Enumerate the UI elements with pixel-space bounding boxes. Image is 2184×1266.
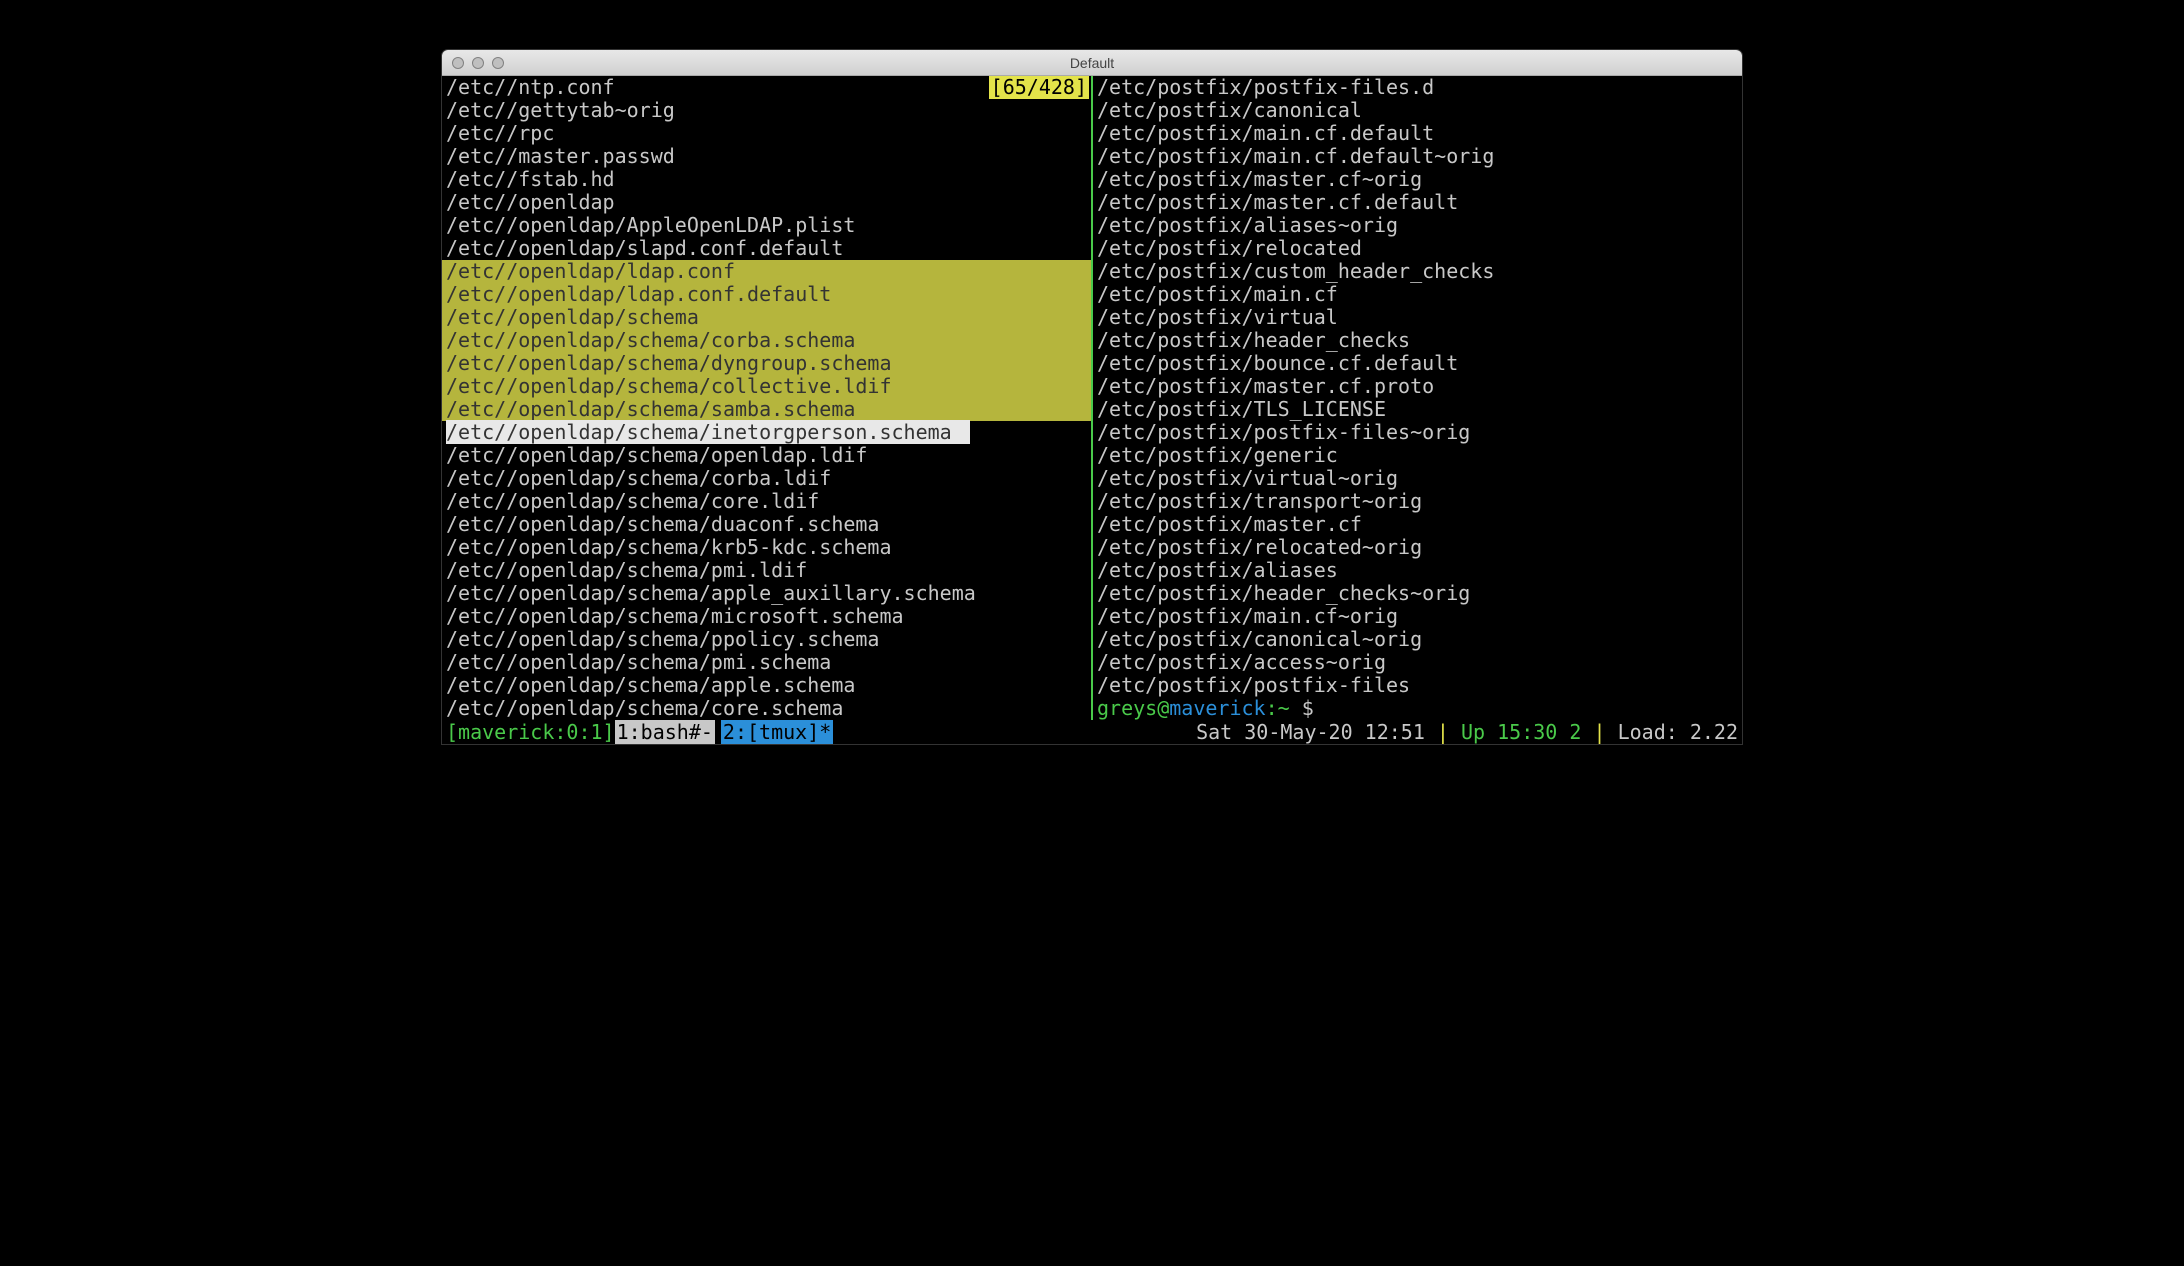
window-titlebar[interactable]: Default — [442, 50, 1742, 76]
status-datetime: Sat 30-May-20 12:51 — [1196, 720, 1425, 744]
close-icon[interactable] — [452, 57, 464, 69]
file-path: /etc//ntp.conf — [446, 76, 615, 99]
list-item: /etc/postfix/virtual — [1093, 306, 1742, 329]
tmux-window-2[interactable]: 2:[tmux]* — [721, 720, 833, 744]
list-item: /etc//openldap/schema/core.schema — [442, 697, 1091, 720]
tmux-panes: /etc//ntp.conf [65/428] /etc//gettytab~o… — [442, 76, 1742, 720]
list-item: /etc/postfix/canonical — [1093, 99, 1742, 122]
file-path: /etc//openldap/schema/inetorgperson.sche… — [446, 420, 970, 444]
list-item: /etc//gettytab~orig — [442, 99, 1091, 122]
list-item: /etc//openldap/schema/openldap.ldif — [442, 444, 1091, 467]
selection-block: /etc//openldap/ldap.conf/etc//openldap/l… — [442, 260, 1091, 421]
list-item: /etc//openldap/schema/corba.schema — [442, 329, 1091, 352]
list-item: /etc//openldap/schema/core.ldif — [442, 490, 1091, 513]
list-item: /etc/postfix/custom_header_checks — [1093, 260, 1742, 283]
list-item: /etc/postfix/generic — [1093, 444, 1742, 467]
list-item: /etc//openldap/schema/apple.schema — [442, 674, 1091, 697]
right-pane[interactable]: /etc/postfix/postfix-files.d/etc/postfix… — [1093, 76, 1742, 720]
status-right: Sat 30-May-20 12:51 | Up 15:30 2 | Load:… — [1196, 720, 1738, 744]
separator-icon: | — [1593, 720, 1617, 744]
list-item: /etc//openldap/schema/krb5-kdc.schema — [442, 536, 1091, 559]
list-item: /etc//openldap/schema/duaconf.schema — [442, 513, 1091, 536]
list-item: /etc//openldap/AppleOpenLDAP.plist — [442, 214, 1091, 237]
load-value: 2.22 — [1690, 720, 1738, 744]
list-item: /etc//openldap/schema/ppolicy.schema — [442, 628, 1091, 651]
prompt-at: @ — [1157, 696, 1169, 720]
list-item: /etc//rpc — [442, 122, 1091, 145]
list-item: /etc//openldap/schema — [442, 306, 1091, 329]
session-name: maverick:0:1 — [458, 720, 603, 744]
list-item: /etc/postfix/master.cf~orig — [1093, 168, 1742, 191]
list-item: /etc/postfix/postfix-files~orig — [1093, 421, 1742, 444]
list-item: /etc//fstab.hd — [442, 168, 1091, 191]
list-item: /etc//openldap/schema/dyngroup.schema — [442, 352, 1091, 375]
zoom-icon[interactable] — [492, 57, 504, 69]
tmux-window-1[interactable]: 1:bash#- — [615, 720, 715, 744]
list-item: /etc/postfix/master.cf — [1093, 513, 1742, 536]
left-pane[interactable]: /etc//ntp.conf [65/428] /etc//gettytab~o… — [442, 76, 1091, 720]
list-item: /etc//openldap/ldap.conf.default — [442, 283, 1091, 306]
list-item: /etc/postfix/header_checks — [1093, 329, 1742, 352]
traffic-lights — [442, 57, 504, 69]
session-bracket: ] — [603, 720, 615, 744]
list-item: /etc/postfix/aliases~orig — [1093, 214, 1742, 237]
list-item: /etc/postfix/main.cf.default — [1093, 122, 1742, 145]
window-title: Default — [442, 55, 1742, 71]
cursor-line: /etc//openldap/schema/inetorgperson.sche… — [442, 421, 1091, 444]
list-item: /etc/postfix/main.cf — [1093, 283, 1742, 306]
uptime-value: 15:30 2 — [1497, 720, 1581, 744]
list-item: /etc/postfix/master.cf.proto — [1093, 375, 1742, 398]
tmux-statusbar: [maverick:0:1]1:bash#-2:[tmux]* Sat 30-M… — [442, 720, 1742, 744]
list-item: /etc//openldap/schema/collective.ldif — [442, 375, 1091, 398]
minimize-icon[interactable] — [472, 57, 484, 69]
list-item: /etc/postfix/aliases — [1093, 559, 1742, 582]
list-item: /etc//openldap/schema/corba.ldif — [442, 467, 1091, 490]
list-item: /etc//openldap/schema/samba.schema — [442, 398, 1091, 421]
shell-prompt[interactable]: greys@maverick:~ $ — [1093, 697, 1742, 720]
list-item: /etc/postfix/postfix-files — [1093, 674, 1742, 697]
uptime-label: Up — [1461, 720, 1497, 744]
list-item: /etc//openldap/schema/microsoft.schema — [442, 605, 1091, 628]
list-item: /etc//openldap/ldap.conf — [442, 260, 1091, 283]
list-item: /etc/postfix/access~orig — [1093, 651, 1742, 674]
list-item: /etc//openldap/schema/pmi.schema — [442, 651, 1091, 674]
terminal-window: Default /etc//ntp.conf [65/428] /etc//ge… — [442, 50, 1742, 744]
prompt-host: maverick — [1169, 696, 1265, 720]
session-bracket: [ — [446, 720, 458, 744]
load-label: Load: — [1618, 720, 1690, 744]
list-item: /etc/postfix/relocated — [1093, 237, 1742, 260]
match-counter: [65/428] — [989, 76, 1089, 99]
list-item: /etc/postfix/virtual~orig — [1093, 467, 1742, 490]
list-item: /etc/postfix/postfix-files.d — [1093, 76, 1742, 99]
list-item: /etc/postfix/master.cf.default — [1093, 191, 1742, 214]
list-item: /etc//master.passwd — [442, 145, 1091, 168]
list-item: /etc/postfix/canonical~orig — [1093, 628, 1742, 651]
terminal-body[interactable]: /etc//ntp.conf [65/428] /etc//gettytab~o… — [442, 76, 1742, 744]
prompt-path: :~ — [1266, 696, 1302, 720]
separator-icon: | — [1437, 720, 1461, 744]
list-item: /etc/postfix/main.cf~orig — [1093, 605, 1742, 628]
prompt-user: greys — [1097, 696, 1157, 720]
list-item: /etc/postfix/TLS_LICENSE — [1093, 398, 1742, 421]
status-left: [maverick:0:1]1:bash#-2:[tmux]* — [446, 720, 833, 744]
prompt-dollar: $ — [1302, 696, 1314, 720]
list-item: /etc//openldap/slapd.conf.default — [442, 237, 1091, 260]
list-item: /etc/postfix/main.cf.default~orig — [1093, 145, 1742, 168]
list-item: /etc/postfix/relocated~orig — [1093, 536, 1742, 559]
list-item: /etc/postfix/transport~orig — [1093, 490, 1742, 513]
list-item: /etc/postfix/header_checks~orig — [1093, 582, 1742, 605]
list-item: /etc//openldap/schema/apple_auxillary.sc… — [442, 582, 1091, 605]
list-item: /etc/postfix/bounce.cf.default — [1093, 352, 1742, 375]
list-item: /etc//openldap — [442, 191, 1091, 214]
list-item: /etc//ntp.conf [65/428] — [442, 76, 1091, 99]
list-item: /etc//openldap/schema/pmi.ldif — [442, 559, 1091, 582]
